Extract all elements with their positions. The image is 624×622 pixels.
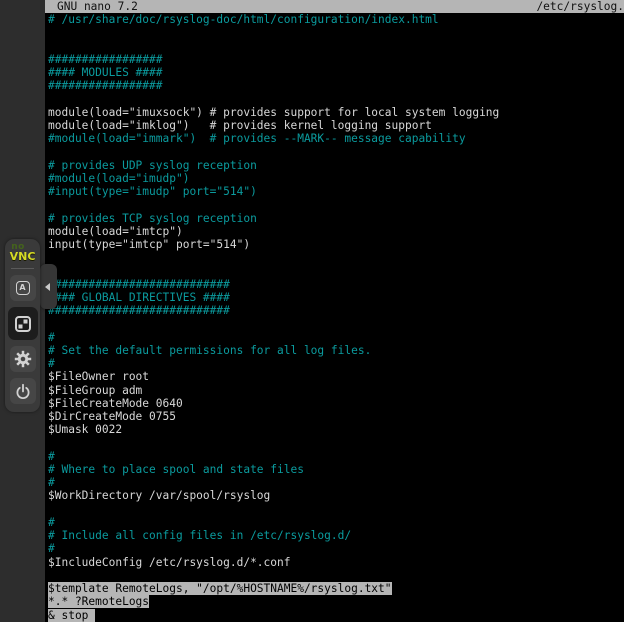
terminal-line: & stop [48,609,624,622]
collapse-left-icon [45,283,50,291]
power-icon [14,382,32,400]
terminal-line: module(load="imklog") # provides kernel … [48,119,624,132]
terminal-line: # provides UDP syslog reception [48,159,624,172]
terminal-line: # Include all config files in /etc/rsysl… [48,529,624,542]
terminal-line [48,198,624,211]
terminal-line [48,92,624,105]
terminal-line: # [48,516,624,529]
terminal-line: # [48,476,624,489]
terminal-line: # Where to place spool and state files [48,463,624,476]
nano-titlebar: GNU nano 7.2 /etc/rsyslog. [45,0,624,13]
terminal-line: # [48,450,624,463]
terminal-line: # [48,542,624,555]
terminal-line: #### GLOBAL DIRECTIVES #### [48,291,624,304]
terminal-line: #input(type="imudp" port="514") [48,185,624,198]
terminal-line: #### MODULES #### [48,66,624,79]
terminal-line: $FileCreateMode 0640 [48,397,624,410]
power-button[interactable] [10,378,36,404]
panel-divider [11,268,34,269]
terminal-line [48,251,624,264]
terminal-line: #module(load="immark") # provides --MARK… [48,132,624,145]
terminal-line: # provides TCP syslog reception [48,212,624,225]
terminal-line: module(load="imuxsock") # provides suppo… [48,106,624,119]
terminal-line: #module(load="imudp") [48,172,624,185]
terminal-line [48,145,624,158]
terminal-line: ################# [48,79,624,92]
terminal-screen[interactable]: # /usr/share/doc/rsyslog-doc/html/config… [48,13,624,622]
terminal-line [48,317,624,330]
terminal-line: module(load="imtcp") [48,225,624,238]
terminal-line: input(type="imtcp" port="514") [48,238,624,251]
fullscreen-button[interactable] [8,307,38,340]
terminal-line: $IncludeConfig /etc/rsyslog.d/*.conf [48,556,624,569]
terminal-line: $Umask 0022 [48,423,624,436]
terminal-line [48,437,624,450]
nano-filename-label: /etc/rsyslog. [536,0,624,13]
nano-version-label: GNU nano 7.2 [45,0,138,13]
extra-keys-button[interactable]: A [10,275,36,301]
terminal-line: # /usr/share/doc/rsyslog-doc/html/config… [48,13,624,26]
terminal-line: # [48,331,624,344]
terminal-line [48,264,624,277]
novnc-logo-vnc: VNC [10,251,36,262]
terminal-window[interactable]: GNU nano 7.2 /etc/rsyslog. # /usr/share/… [45,0,624,622]
terminal-line: *.* ?RemoteLogs [48,595,624,608]
terminal-line [48,503,624,516]
terminal-line: ########################### [48,278,624,291]
desktop: GNU nano 7.2 /etc/rsyslog. # /usr/share/… [0,0,624,622]
panel-buttons: A [8,275,38,404]
a-key-icon: A [16,281,30,295]
novnc-logo: no VNC [10,244,36,262]
terminal-line: ################# [48,53,624,66]
fullscreen-icon [14,315,32,333]
cursor [88,609,95,622]
terminal-line: # Set the default permissions for all lo… [48,344,624,357]
terminal-line [48,569,624,582]
terminal-line: $FileGroup adm [48,384,624,397]
terminal-line [48,39,624,52]
terminal-line: ########################### [48,304,624,317]
control-bar-handle[interactable] [40,264,57,309]
settings-button[interactable] [10,346,36,372]
terminal-line: # [48,357,624,370]
gear-icon [14,350,32,368]
novnc-control-bar: no VNC A [5,239,40,412]
terminal-line: $FileOwner root [48,370,624,383]
terminal-line: $WorkDirectory /var/spool/rsyslog [48,489,624,502]
terminal-line: $template RemoteLogs, "/opt/%HOSTNAME%/r… [48,582,624,595]
terminal-line [48,26,624,39]
terminal-line: $DirCreateMode 0755 [48,410,624,423]
